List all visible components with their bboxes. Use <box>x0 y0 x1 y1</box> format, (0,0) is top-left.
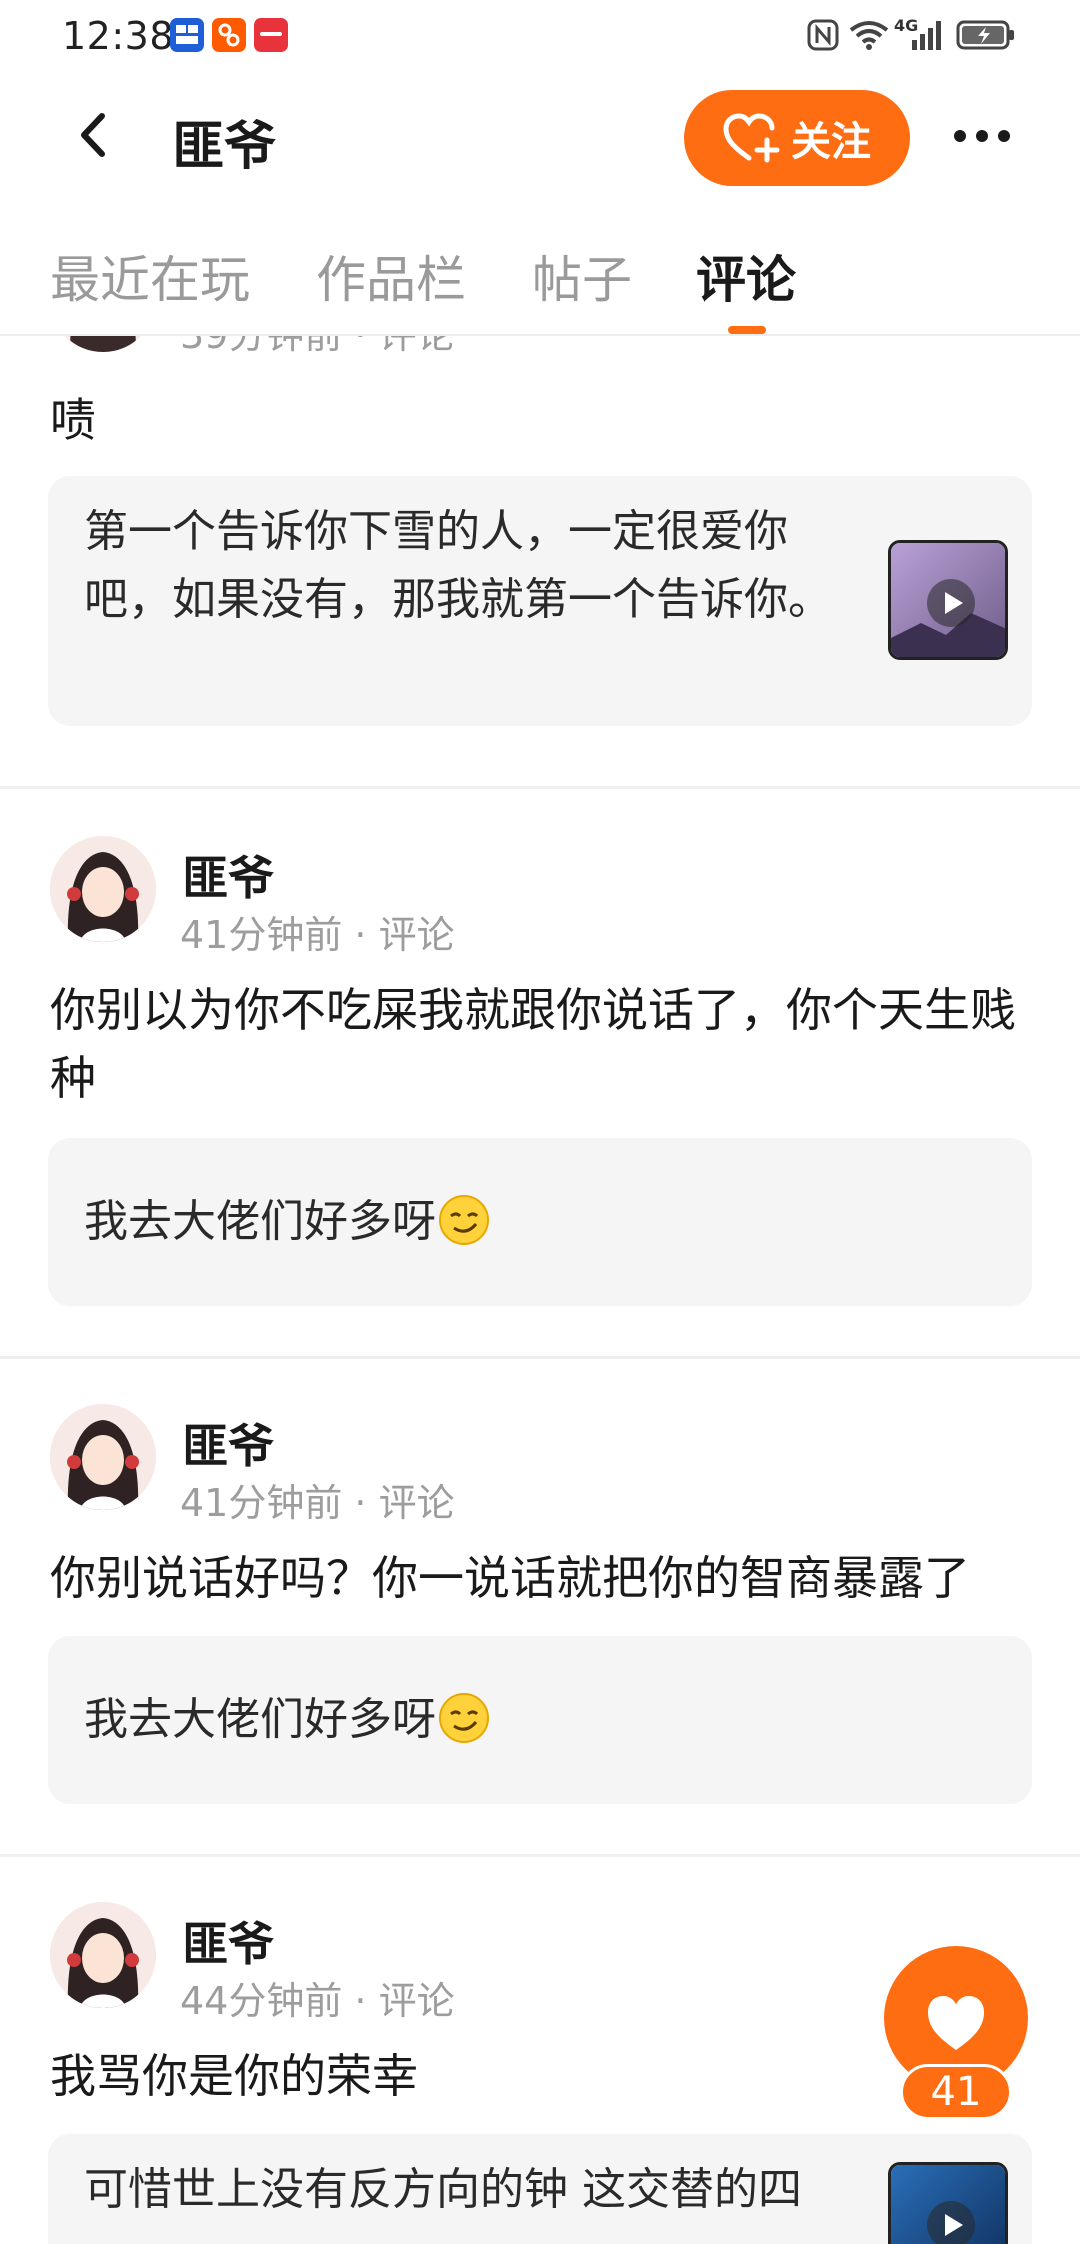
video-thumbnail[interactable] <box>888 2162 1008 2244</box>
taobao-notification-icon <box>212 18 246 52</box>
follow-label: 关注 <box>791 119 871 165</box>
comment-meta: 41分钟前 · 评论 <box>180 913 455 957</box>
more-dots-icon <box>954 130 1010 142</box>
quoted-post-text: 我去大佬们好多呀 <box>84 1686 490 1754</box>
avatar[interactable] <box>50 836 156 942</box>
like-count: 41 <box>900 2064 1012 2120</box>
comment-text: 你别以为你不吃屎我就跟你说话了，你个天生贱种 <box>50 983 1016 1105</box>
quoted-post[interactable]: 可惜世上没有反方向的钟 这交替的四 <box>48 2134 1032 2244</box>
heart-plus-icon <box>723 113 780 163</box>
username[interactable]: 匪爷 <box>182 1410 274 1476</box>
quoted-post-label: 我去大佬们好多呀 <box>84 1196 436 1247</box>
comment-text: 我骂你是你的荣幸 <box>50 2049 418 2103</box>
comment-card: 匪爷 41分钟前 · 评论 你别以为你不吃屎我就跟你说话了，你个天生贱种 我去大… <box>0 836 1080 1356</box>
tab-posts[interactable]: 帖子 <box>532 240 632 312</box>
wifi-icon <box>848 18 890 52</box>
quoted-post-text: 第一个告诉你下雪的人，一定很爱你吧，如果没有，那我就第一个告诉你。 <box>84 506 832 625</box>
comment-card: 39分钟前 · 评论 啧 第一个告诉你下雪的人，一定很爱你吧，如果没有，那我就第… <box>0 336 1080 786</box>
comment-text: 你别说话好吗？你一说话就把你的智商暴露了 <box>50 1551 970 1605</box>
username[interactable]: 匪爷 <box>182 1908 274 1974</box>
profile-header: 匪爷 关注 <box>0 72 1080 202</box>
tab-works[interactable]: 作品栏 <box>316 240 466 312</box>
quoted-post-text: 我去大佬们好多呀 <box>84 1188 490 1256</box>
comment-card: 匪爷 41分钟前 · 评论 你别说话好吗？你一说话就把你的智商暴露了 我去大佬们… <box>0 1404 1080 1824</box>
more-options-button[interactable] <box>952 124 1012 148</box>
signal-icon <box>910 18 946 52</box>
back-button[interactable] <box>70 110 120 160</box>
chevron-left-icon <box>81 113 105 157</box>
avatar[interactable] <box>50 1404 156 1510</box>
quoted-post-text: 可惜世上没有反方向的钟 这交替的四 <box>84 2164 802 2215</box>
tab-recently-played[interactable]: 最近在玩 <box>50 240 250 312</box>
quoted-post[interactable]: 我去大佬们好多呀 <box>48 1636 1032 1804</box>
play-icon <box>927 579 975 627</box>
comment-text: 啧 <box>50 393 96 447</box>
status-time: 12:38 <box>62 14 175 58</box>
quoted-post-label: 我去大佬们好多呀 <box>84 1694 436 1745</box>
quoted-post[interactable]: 第一个告诉你下雪的人，一定很爱你吧，如果没有，那我就第一个告诉你。 <box>48 476 1032 726</box>
tab-comments[interactable]: 评论 <box>696 240 796 312</box>
avatar[interactable] <box>50 336 156 352</box>
profile-tabs: 最近在玩 作品栏 帖子 评论 <box>0 202 1080 336</box>
video-thumbnail[interactable] <box>888 540 1008 660</box>
nfc-icon <box>806 18 840 52</box>
app-notification-icon <box>170 18 204 52</box>
smirk-emoji-icon <box>439 1693 489 1743</box>
divider <box>0 1356 1080 1359</box>
avatar[interactable] <box>50 1902 156 2008</box>
play-icon <box>927 2201 975 2244</box>
quoted-post[interactable]: 我去大佬们好多呀 <box>48 1138 1032 1306</box>
username[interactable]: 匪爷 <box>182 842 274 908</box>
huawei-notification-icon <box>254 18 288 52</box>
comment-meta: 41分钟前 · 评论 <box>180 1481 455 1525</box>
battery-icon <box>956 18 1016 52</box>
active-tab-indicator <box>728 326 766 334</box>
follow-button[interactable]: 关注 <box>684 90 910 186</box>
comment-meta: 44分钟前 · 评论 <box>180 1979 455 2023</box>
status-bar: 12:38 4G <box>0 0 1080 72</box>
divider <box>0 786 1080 789</box>
comment-meta: 39分钟前 · 评论 <box>180 336 455 359</box>
page-title: 匪爷 <box>172 117 277 177</box>
divider <box>0 1854 1080 1857</box>
smirk-emoji-icon <box>439 1195 489 1245</box>
